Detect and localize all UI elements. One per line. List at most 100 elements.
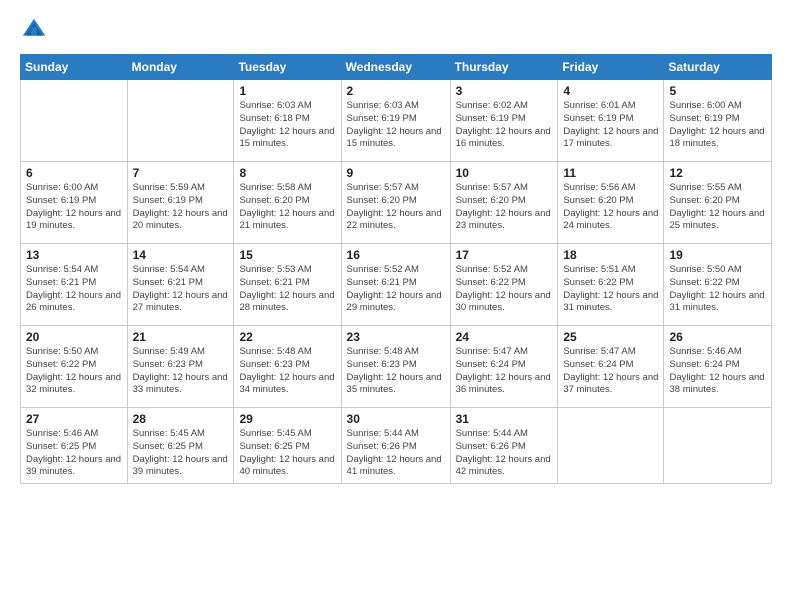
calendar-cell: 29 Sunrise: 5:45 AM Sunset: 6:25 PM Dayli… xyxy=(234,408,341,484)
page: SundayMondayTuesdayWednesdayThursdayFrid… xyxy=(0,0,792,612)
calendar-week-row: 20 Sunrise: 5:50 AM Sunset: 6:22 PM Dayli… xyxy=(21,326,772,408)
calendar-cell: 20 Sunrise: 5:50 AM Sunset: 6:22 PM Dayli… xyxy=(21,326,128,408)
day-info: Sunrise: 5:58 AM Sunset: 6:20 PM Dayligh… xyxy=(239,182,335,233)
day-number: 13 xyxy=(26,248,122,262)
calendar-cell: 17Sunrise: 5:52 AM Sunset: 6:22 PM Dayli… xyxy=(450,244,558,326)
day-number: 1 xyxy=(239,84,335,98)
weekday-header: Sunday xyxy=(21,55,128,80)
day-number: 18 xyxy=(563,248,658,262)
day-info: Sunrise: 5:52 AM Sunset: 6:21 PM Dayligh… xyxy=(347,264,445,315)
weekday-header: Tuesday xyxy=(234,55,341,80)
day-info: Sunrise: 5:45 AM Sunset: 6:25 PM Dayligh… xyxy=(239,428,335,479)
day-number: 3 xyxy=(456,84,553,98)
calendar-cell: 3 Sunrise: 6:02 AM Sunset: 6:19 PM Daylig… xyxy=(450,80,558,162)
calendar-cell: 12 Sunrise: 5:55 AM Sunset: 6:20 PM Dayli… xyxy=(664,162,772,244)
weekday-header: Friday xyxy=(558,55,664,80)
calendar-header-row: SundayMondayTuesdayWednesdayThursdayFrid… xyxy=(21,55,772,80)
calendar-cell: 7 Sunrise: 5:59 AM Sunset: 6:19 PM Daylig… xyxy=(127,162,234,244)
day-info: Sunrise: 6:00 AM Sunset: 6:19 PM Dayligh… xyxy=(669,100,766,151)
day-number: 30 xyxy=(347,412,445,426)
calendar-cell: 10 Sunrise: 5:57 AM Sunset: 6:20 PM Dayli… xyxy=(450,162,558,244)
logo xyxy=(20,16,52,44)
day-number: 15 xyxy=(239,248,335,262)
calendar-cell: 5 Sunrise: 6:00 AM Sunset: 6:19 PM Daylig… xyxy=(664,80,772,162)
weekday-header: Wednesday xyxy=(341,55,450,80)
calendar-cell: 11 Sunrise: 5:56 AM Sunset: 6:20 PM Dayli… xyxy=(558,162,664,244)
day-number: 5 xyxy=(669,84,766,98)
day-number: 31 xyxy=(456,412,553,426)
header xyxy=(20,16,772,44)
calendar-cell: 28 Sunrise: 5:45 AM Sunset: 6:25 PM Dayli… xyxy=(127,408,234,484)
day-number: 28 xyxy=(133,412,229,426)
calendar-cell: 18 Sunrise: 5:51 AM Sunset: 6:22 PM Dayli… xyxy=(558,244,664,326)
calendar-cell: 2 Sunrise: 6:03 AM Sunset: 6:19 PM Daylig… xyxy=(341,80,450,162)
day-number: 10 xyxy=(456,166,553,180)
logo-icon xyxy=(20,16,48,44)
calendar-cell: 8Sunrise: 5:58 AM Sunset: 6:20 PM Daylig… xyxy=(234,162,341,244)
day-info: Sunrise: 5:48 AM Sunset: 6:23 PM Dayligh… xyxy=(347,346,445,397)
day-number: 23 xyxy=(347,330,445,344)
day-info: Sunrise: 5:44 AM Sunset: 6:26 PM Dayligh… xyxy=(347,428,445,479)
calendar-cell xyxy=(558,408,664,484)
calendar-cell: 13 Sunrise: 5:54 AM Sunset: 6:21 PM Dayli… xyxy=(21,244,128,326)
day-info: Sunrise: 5:57 AM Sunset: 6:20 PM Dayligh… xyxy=(456,182,553,233)
day-number: 22 xyxy=(239,330,335,344)
day-info: Sunrise: 5:55 AM Sunset: 6:20 PM Dayligh… xyxy=(669,182,766,233)
day-info: Sunrise: 5:45 AM Sunset: 6:25 PM Dayligh… xyxy=(133,428,229,479)
day-number: 14 xyxy=(133,248,229,262)
day-number: 11 xyxy=(563,166,658,180)
day-number: 12 xyxy=(669,166,766,180)
weekday-header: Thursday xyxy=(450,55,558,80)
calendar-cell xyxy=(127,80,234,162)
day-info: Sunrise: 5:54 AM Sunset: 6:21 PM Dayligh… xyxy=(26,264,122,315)
day-info: Sunrise: 5:46 AM Sunset: 6:24 PM Dayligh… xyxy=(669,346,766,397)
day-info: Sunrise: 5:47 AM Sunset: 6:24 PM Dayligh… xyxy=(456,346,553,397)
day-number: 7 xyxy=(133,166,229,180)
calendar-cell: 6 Sunrise: 6:00 AM Sunset: 6:19 PM Daylig… xyxy=(21,162,128,244)
calendar-cell: 16 Sunrise: 5:52 AM Sunset: 6:21 PM Dayli… xyxy=(341,244,450,326)
day-number: 19 xyxy=(669,248,766,262)
day-info: Sunrise: 5:59 AM Sunset: 6:19 PM Dayligh… xyxy=(133,182,229,233)
day-info: Sunrise: 6:00 AM Sunset: 6:19 PM Dayligh… xyxy=(26,182,122,233)
calendar-cell xyxy=(664,408,772,484)
calendar-cell: 30 Sunrise: 5:44 AM Sunset: 6:26 PM Dayli… xyxy=(341,408,450,484)
calendar-week-row: 6 Sunrise: 6:00 AM Sunset: 6:19 PM Daylig… xyxy=(21,162,772,244)
day-info: Sunrise: 5:50 AM Sunset: 6:22 PM Dayligh… xyxy=(669,264,766,315)
day-info: Sunrise: 5:51 AM Sunset: 6:22 PM Dayligh… xyxy=(563,264,658,315)
day-info: Sunrise: 5:57 AM Sunset: 6:20 PM Dayligh… xyxy=(347,182,445,233)
calendar-week-row: 1 Sunrise: 6:03 AM Sunset: 6:18 PM Daylig… xyxy=(21,80,772,162)
day-info: Sunrise: 6:01 AM Sunset: 6:19 PM Dayligh… xyxy=(563,100,658,151)
day-number: 20 xyxy=(26,330,122,344)
day-info: Sunrise: 6:03 AM Sunset: 6:19 PM Dayligh… xyxy=(347,100,445,151)
day-info: Sunrise: 5:50 AM Sunset: 6:22 PM Dayligh… xyxy=(26,346,122,397)
day-number: 6 xyxy=(26,166,122,180)
calendar-cell: 22Sunrise: 5:48 AM Sunset: 6:23 PM Dayli… xyxy=(234,326,341,408)
day-number: 16 xyxy=(347,248,445,262)
calendar-cell xyxy=(21,80,128,162)
day-info: Sunrise: 6:03 AM Sunset: 6:18 PM Dayligh… xyxy=(239,100,335,151)
day-info: Sunrise: 5:46 AM Sunset: 6:25 PM Dayligh… xyxy=(26,428,122,479)
day-number: 25 xyxy=(563,330,658,344)
day-number: 2 xyxy=(347,84,445,98)
day-info: Sunrise: 5:56 AM Sunset: 6:20 PM Dayligh… xyxy=(563,182,658,233)
calendar-cell: 23 Sunrise: 5:48 AM Sunset: 6:23 PM Dayli… xyxy=(341,326,450,408)
day-number: 29 xyxy=(239,412,335,426)
calendar-week-row: 13 Sunrise: 5:54 AM Sunset: 6:21 PM Dayli… xyxy=(21,244,772,326)
calendar-cell: 4 Sunrise: 6:01 AM Sunset: 6:19 PM Daylig… xyxy=(558,80,664,162)
day-number: 4 xyxy=(563,84,658,98)
calendar-cell: 31Sunrise: 5:44 AM Sunset: 6:26 PM Dayli… xyxy=(450,408,558,484)
day-info: Sunrise: 5:54 AM Sunset: 6:21 PM Dayligh… xyxy=(133,264,229,315)
calendar-cell: 25 Sunrise: 5:47 AM Sunset: 6:24 PM Dayli… xyxy=(558,326,664,408)
day-info: Sunrise: 5:49 AM Sunset: 6:23 PM Dayligh… xyxy=(133,346,229,397)
day-number: 24 xyxy=(456,330,553,344)
calendar-cell: 1 Sunrise: 6:03 AM Sunset: 6:18 PM Daylig… xyxy=(234,80,341,162)
day-info: Sunrise: 5:52 AM Sunset: 6:22 PM Dayligh… xyxy=(456,264,553,315)
calendar-cell: 26Sunrise: 5:46 AM Sunset: 6:24 PM Dayli… xyxy=(664,326,772,408)
calendar-cell: 9Sunrise: 5:57 AM Sunset: 6:20 PM Daylig… xyxy=(341,162,450,244)
calendar-cell: 15 Sunrise: 5:53 AM Sunset: 6:21 PM Dayli… xyxy=(234,244,341,326)
day-info: Sunrise: 5:47 AM Sunset: 6:24 PM Dayligh… xyxy=(563,346,658,397)
calendar-cell: 24 Sunrise: 5:47 AM Sunset: 6:24 PM Dayli… xyxy=(450,326,558,408)
day-number: 27 xyxy=(26,412,122,426)
day-info: Sunrise: 5:53 AM Sunset: 6:21 PM Dayligh… xyxy=(239,264,335,315)
day-info: Sunrise: 6:02 AM Sunset: 6:19 PM Dayligh… xyxy=(456,100,553,151)
